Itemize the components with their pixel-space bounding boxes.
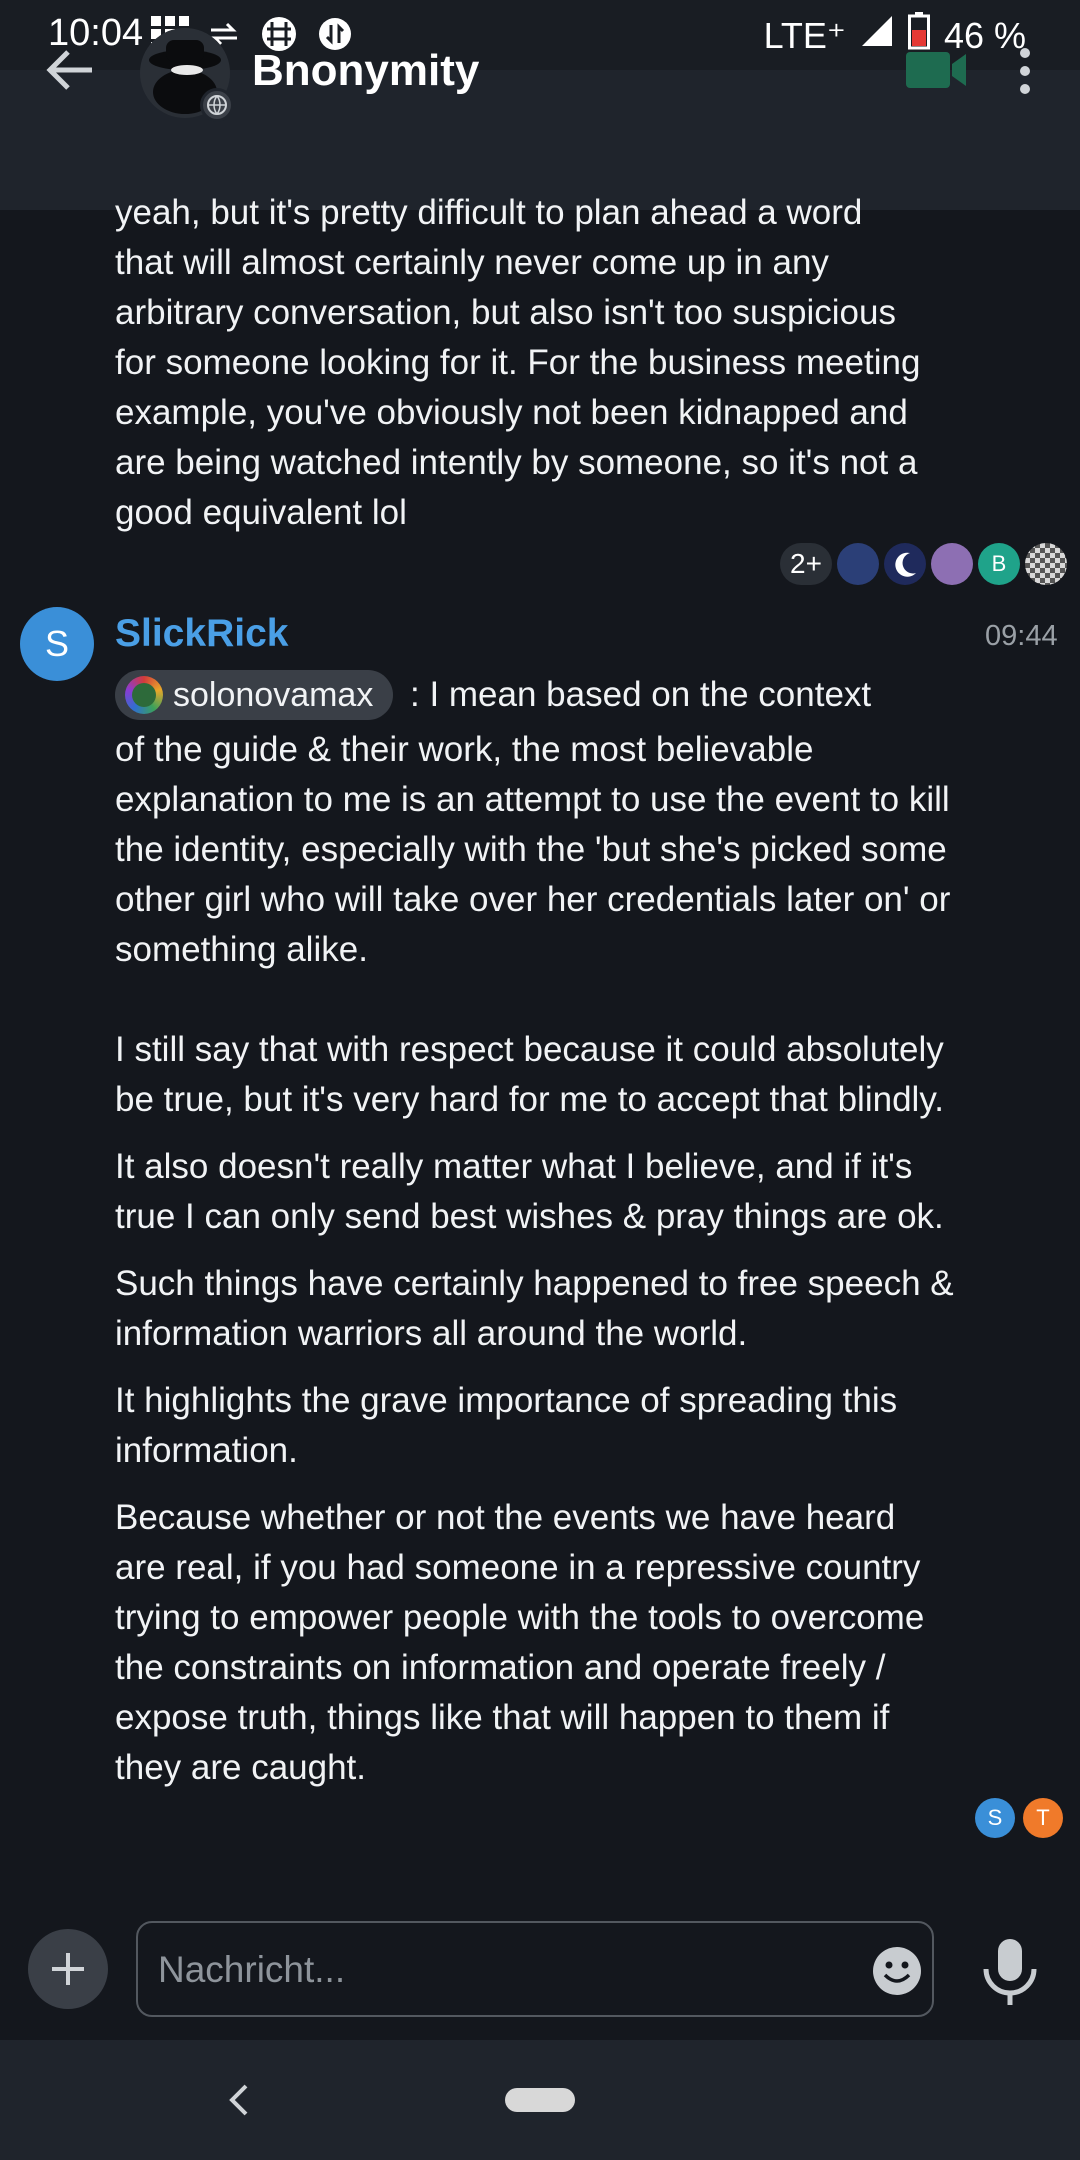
message-input-box [136,1921,934,2017]
message-timestamp: 09:44 [985,620,1058,652]
add-attachment-button[interactable] [28,1929,108,2009]
message-paragraph: Because whether or not the events we hav… [115,1498,925,1787]
voice-message-button[interactable] [978,1937,1042,2007]
reader-avatar-b: B [978,543,1020,585]
status-right-group: LTE⁺ 46 % [764,12,1026,59]
reader-avatar [931,543,973,585]
arrow-back-icon [46,50,92,90]
system-home-pill[interactable] [505,2088,575,2112]
seen-by-row[interactable]: 2+ B [780,541,1067,587]
message-paragraph: It highlights the grave importance of sp… [115,1381,898,1470]
video-call-button[interactable] [906,50,968,90]
message-paragraph: It also doesn't really matter what I bel… [115,1147,944,1236]
message-first-line: : I mean based on the context [410,675,872,714]
sender-avatar[interactable]: S [20,607,94,681]
mention-avatar [125,676,163,714]
mention-name: solonovamax [173,675,374,714]
microphone-icon [983,1939,1037,2005]
reader-avatar [1025,543,1067,585]
overflow-menu-button[interactable] [1010,46,1040,96]
public-badge-icon [200,88,234,122]
message-paragraph: of the guide & their work, the most beli… [115,730,951,1119]
sender-name[interactable]: SlickRick [115,612,288,656]
chevron-left-icon [229,2084,248,2116]
read-receipts-row[interactable]: S T [975,1798,1063,1838]
message-input[interactable] [156,1923,800,2017]
plus-icon [52,1953,84,1985]
mention-pill[interactable]: solonovamax [115,670,394,720]
back-button[interactable] [42,46,98,94]
network-label: LTE⁺ [763,14,846,56]
more-vertical-icon [1020,48,1030,94]
reader-avatar [837,543,879,585]
read-receipt-avatar: T [1023,1798,1063,1838]
moon-icon [895,552,916,577]
system-back-button[interactable] [224,2082,254,2118]
message-body: of the guide & their work, the most beli… [115,725,985,1793]
emoji-button[interactable] [872,1946,922,1996]
message-paragraph: Such things have certainly happened to f… [115,1264,954,1353]
chat-title[interactable]: Bnonymity [252,46,479,96]
emoji-smile-icon [873,1947,921,1995]
read-receipt-avatar: S [975,1798,1015,1838]
video-camera-icon [906,52,966,88]
reader-avatar [884,543,926,585]
signal-icon [860,14,894,57]
seen-count-badge: 2+ [780,543,832,585]
message-text: yeah, but it's pretty difficult to plan … [115,193,921,532]
